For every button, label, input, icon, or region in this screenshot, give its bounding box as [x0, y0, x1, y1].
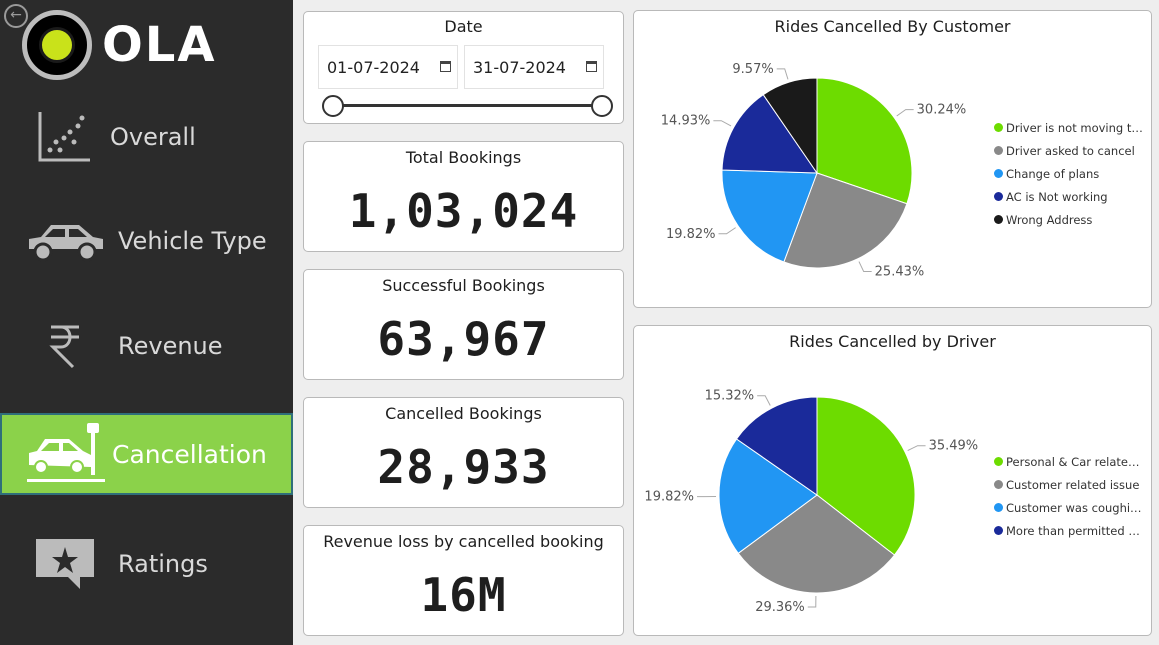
brand-logo: OLA [22, 10, 217, 80]
label-leader-line [896, 109, 914, 117]
legend-label: Customer related issue [1006, 477, 1140, 492]
kpi-title: Cancelled Bookings [385, 404, 542, 423]
nav-label: Cancellation [112, 439, 267, 469]
kpi-card-revenue-loss: Revenue loss by cancelled booking 16M [303, 525, 624, 636]
kpi-value: 28,933 [377, 440, 550, 494]
label-leader-line [858, 261, 872, 273]
label-leader-line [718, 227, 736, 235]
nav-item-cancellation[interactable]: Cancellation [0, 413, 293, 495]
label-leader-line [776, 68, 789, 80]
legend-item[interactable]: Wrong Address [994, 208, 1144, 231]
legend-label: Change of plans [1006, 166, 1100, 181]
legend-item[interactable]: More than permitted p... [994, 519, 1144, 542]
chart-legend: Personal & Car related... Customer relate… [994, 450, 1144, 542]
data-label: 29.36% [755, 600, 805, 615]
label-leader-line [713, 120, 732, 127]
slider-end-handle[interactable] [591, 95, 613, 117]
legend-swatch [994, 526, 1003, 535]
data-label: 14.93% [661, 114, 711, 129]
chart-legend: Driver is not moving to... Driver asked t… [994, 116, 1144, 231]
start-date-value: 01-07-2024 [327, 57, 420, 77]
data-label: 30.24% [917, 103, 967, 118]
legend-item[interactable]: Driver is not moving to... [994, 116, 1144, 139]
sidebar: ← OLA Overall Vehicle Type Revenue Cance… [0, 0, 293, 645]
kpi-title: Revenue loss by cancelled booking [323, 532, 604, 551]
brand-name: OLA [102, 17, 217, 73]
data-label: 9.57% [732, 62, 773, 77]
legend-label: Wrong Address [1006, 212, 1093, 227]
slider-start-handle[interactable] [322, 95, 344, 117]
kpi-value: 16M [420, 568, 507, 622]
label-leader-line [807, 595, 817, 608]
nav-item-revenue[interactable]: Revenue [0, 305, 293, 387]
calendar-icon[interactable] [440, 61, 451, 72]
legend-label: Driver asked to cancel [1006, 143, 1135, 158]
kpi-card-successful-bookings: Successful Bookings 63,967 [303, 269, 624, 380]
date-filter-title: Date [444, 17, 483, 36]
data-label: 15.32% [705, 389, 755, 404]
legend-swatch [994, 146, 1003, 155]
legend-swatch [994, 192, 1003, 201]
kpi-title: Successful Bookings [382, 276, 545, 295]
car-crash-icon [24, 423, 110, 485]
star-comment-icon [22, 533, 108, 595]
legend-swatch [994, 169, 1003, 178]
legend-swatch [994, 215, 1003, 224]
date-filter-card: Date 01-07-2024 31-07-2024 [303, 11, 624, 124]
nav-item-vehicle-type[interactable]: Vehicle Type [0, 200, 293, 282]
nav-label: Vehicle Type [118, 227, 267, 255]
kpi-value: 1,03,024 [348, 184, 579, 238]
scatter-plot-icon [22, 106, 108, 168]
data-label: 35.49% [929, 439, 979, 454]
chart-card-cancelled-by-driver: Rides Cancelled by Driver 35.49% 29.36% 19… [633, 325, 1152, 636]
legend-item[interactable]: AC is Not working [994, 185, 1144, 208]
legend-item[interactable]: Customer related issue [994, 473, 1144, 496]
label-leader-line [907, 445, 926, 451]
nav-item-ratings[interactable]: Ratings [0, 523, 293, 605]
calendar-icon[interactable] [586, 61, 597, 72]
chart-card-cancelled-by-customer: Rides Cancelled By Customer 30.24% 25.43%… [633, 10, 1152, 308]
kpi-card-total-bookings: Total Bookings 1,03,024 [303, 141, 624, 252]
kpi-value: 63,967 [377, 312, 550, 366]
legend-swatch [994, 480, 1003, 489]
kpi-title: Total Bookings [405, 148, 522, 167]
legend-swatch [994, 457, 1003, 466]
legend-label: Customer was coughin... [1006, 500, 1144, 515]
data-label: 19.82% [644, 490, 694, 505]
legend-label: More than permitted p... [1006, 523, 1144, 538]
logo-emblem-icon [22, 10, 92, 80]
nav-item-overall[interactable]: Overall [0, 96, 293, 178]
legend-label: Driver is not moving to... [1006, 120, 1144, 135]
rupee-icon [22, 315, 108, 377]
legend-swatch [994, 503, 1003, 512]
nav-label: Revenue [118, 332, 223, 360]
legend-swatch [994, 123, 1003, 132]
legend-item[interactable]: Driver asked to cancel [994, 139, 1144, 162]
legend-item[interactable]: Personal & Car related... [994, 450, 1144, 473]
nav-label: Ratings [118, 550, 208, 578]
start-date-input[interactable]: 01-07-2024 [318, 45, 458, 89]
data-label: 25.43% [875, 265, 925, 280]
label-leader-line [757, 395, 771, 406]
kpi-card-cancelled-bookings: Cancelled Bookings 28,933 [303, 397, 624, 508]
legend-label: AC is Not working [1006, 189, 1108, 204]
legend-label: Personal & Car related... [1006, 454, 1144, 469]
end-date-input[interactable]: 31-07-2024 [464, 45, 604, 89]
legend-item[interactable]: Change of plans [994, 162, 1144, 185]
nav-label: Overall [110, 123, 196, 151]
data-label: 19.82% [666, 227, 716, 242]
legend-item[interactable]: Customer was coughin... [994, 496, 1144, 519]
car-icon [22, 210, 108, 272]
end-date-value: 31-07-2024 [473, 57, 566, 77]
date-range-slider[interactable] [333, 104, 601, 107]
